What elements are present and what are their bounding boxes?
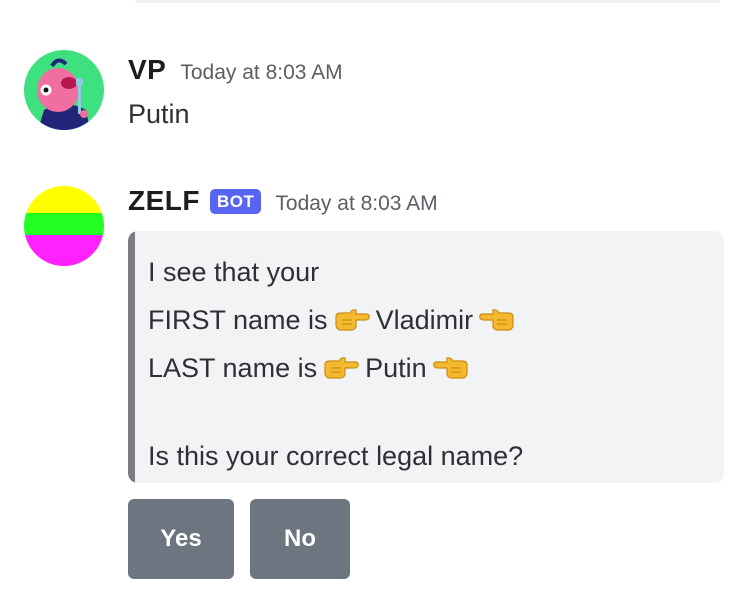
yes-button[interactable]: Yes xyxy=(128,499,234,579)
message-content: Putin xyxy=(128,99,190,129)
timestamp: Today at 8:03 AM xyxy=(275,192,438,215)
embed-line: I see that your xyxy=(148,248,523,296)
message-header: VP Today at 8:03 AM xyxy=(128,54,343,86)
tricolor-ball-avatar-icon xyxy=(24,186,104,266)
first-name-value: Vladimir xyxy=(375,305,474,335)
point-right-emoji-icon xyxy=(324,357,359,379)
message-embed: I see that your FIRST name is Vladimir L… xyxy=(128,231,724,483)
last-name-value: Putin xyxy=(365,353,427,383)
point-left-emoji-icon xyxy=(479,309,514,331)
embed-line: LAST name is Putin xyxy=(148,344,523,392)
embed-line: Is this your correct legal name? xyxy=(148,432,523,480)
username[interactable]: ZELF xyxy=(128,185,200,217)
embed-color-bar xyxy=(128,231,135,483)
message-header: ZELF BOT Today at 8:03 AM xyxy=(128,185,438,217)
action-row: Yes No xyxy=(128,499,350,579)
embed-text: I see that your xyxy=(148,257,320,287)
pink-creature-avatar-icon xyxy=(24,50,104,130)
embed-text: LAST name is xyxy=(148,353,318,383)
embed-question: Is this your correct legal name? xyxy=(148,441,524,471)
embed-description: I see that your FIRST name is Vladimir L… xyxy=(148,248,523,480)
bot-badge: BOT xyxy=(210,189,262,214)
previous-message-edge xyxy=(135,0,720,3)
no-button[interactable]: No xyxy=(250,499,350,579)
point-right-emoji-icon xyxy=(334,309,370,331)
username[interactable]: VP xyxy=(128,54,166,86)
bot-avatar[interactable] xyxy=(24,186,104,266)
timestamp: Today at 8:03 AM xyxy=(180,61,343,84)
point-left-emoji-icon xyxy=(432,357,468,379)
embed-text: FIRST name is xyxy=(148,305,328,335)
embed-spacer xyxy=(148,392,523,432)
embed-line: FIRST name is Vladimir xyxy=(148,296,523,344)
user-avatar[interactable] xyxy=(24,50,104,130)
